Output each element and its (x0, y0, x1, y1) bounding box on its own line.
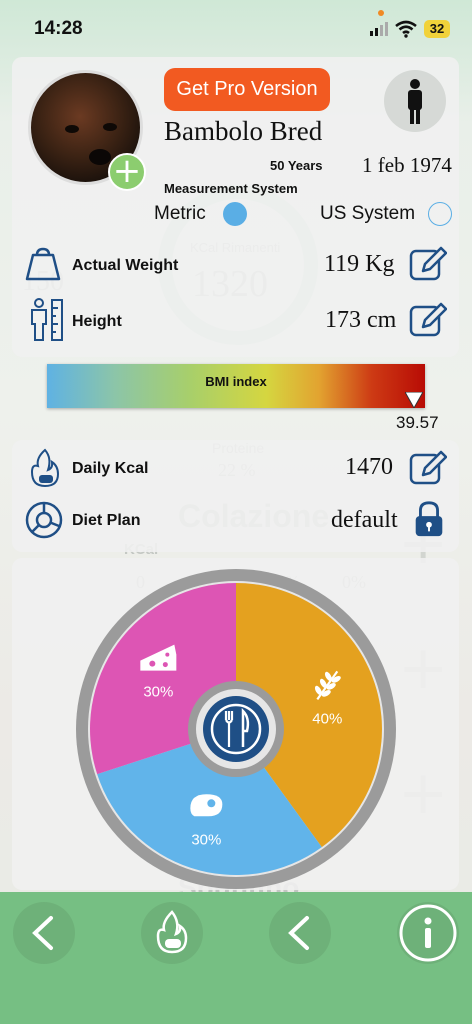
bmi-marker-icon (404, 392, 423, 408)
height-label: Height (72, 313, 122, 330)
actual-weight-value: 119 Kg (324, 251, 395, 277)
profile-birth-date[interactable]: 1 feb 1974 (362, 153, 452, 178)
macro-pie-chart[interactable]: 40% 30% 30% (75, 568, 397, 890)
steak-icon (190, 794, 223, 817)
diet-plan-lock-button[interactable] (410, 500, 448, 538)
wifi-icon (395, 20, 417, 38)
bottom-navigation-bar (0, 892, 472, 1024)
pie-label-carbs: 40% (312, 710, 342, 727)
edit-height-button[interactable] (409, 301, 447, 339)
weight-scale-icon (25, 247, 61, 281)
kcal-flame-icon (156, 910, 188, 954)
privacy-indicator-dot (378, 10, 384, 16)
back-button[interactable] (13, 902, 75, 964)
bmi-gradient-bar: BMI index (47, 364, 425, 408)
signal-icon (370, 22, 388, 36)
plate-fork-knife-icon (203, 696, 269, 762)
plus-icon: + (112, 151, 142, 191)
diet-plan-chart-icon (25, 501, 63, 539)
info-button[interactable] (397, 902, 459, 964)
kcal-flame-icon (30, 448, 60, 488)
height-value: 173 cm (325, 307, 397, 333)
chevron-left-icon (288, 916, 309, 950)
status-time: 14:28 (34, 18, 83, 39)
battery-indicator: 32 (424, 20, 450, 38)
profile-age: 50 Years (270, 158, 323, 173)
daily-kcal-value: 1470 (345, 454, 393, 480)
pie-label-protein: 30% (191, 831, 221, 848)
diet-plan-label: Diet Plan (72, 512, 141, 529)
metric-radio[interactable] (223, 202, 247, 226)
metric-label: Metric (154, 203, 206, 224)
daily-kcal-label: Daily Kcal (72, 460, 149, 477)
kcal-button[interactable] (141, 902, 203, 964)
status-bar: 14:28 32 (0, 0, 472, 58)
us-system-label: US System (320, 203, 416, 224)
diet-plan-value: default (331, 507, 398, 533)
chevron-left-icon (32, 916, 53, 950)
height-ruler-icon (31, 298, 63, 341)
bmi-value: 39.57 (396, 413, 439, 432)
male-person-icon (408, 79, 422, 124)
info-icon (399, 904, 457, 962)
add-photo-button[interactable]: + (108, 153, 146, 191)
measurement-system-label: Measurement System (164, 181, 298, 196)
pie-label-fat: 30% (143, 684, 173, 701)
get-pro-button[interactable]: Get Pro Version (164, 68, 330, 111)
profile-name: Bambolo Bred (164, 116, 323, 146)
edit-weight-button[interactable] (409, 245, 447, 283)
actual-weight-label: Actual Weight (72, 257, 179, 274)
edit-kcal-button[interactable] (409, 449, 447, 487)
bmi-title: BMI index (205, 374, 267, 389)
gender-button[interactable] (384, 70, 446, 132)
us-system-radio[interactable] (428, 202, 452, 226)
previous-button[interactable] (269, 902, 331, 964)
